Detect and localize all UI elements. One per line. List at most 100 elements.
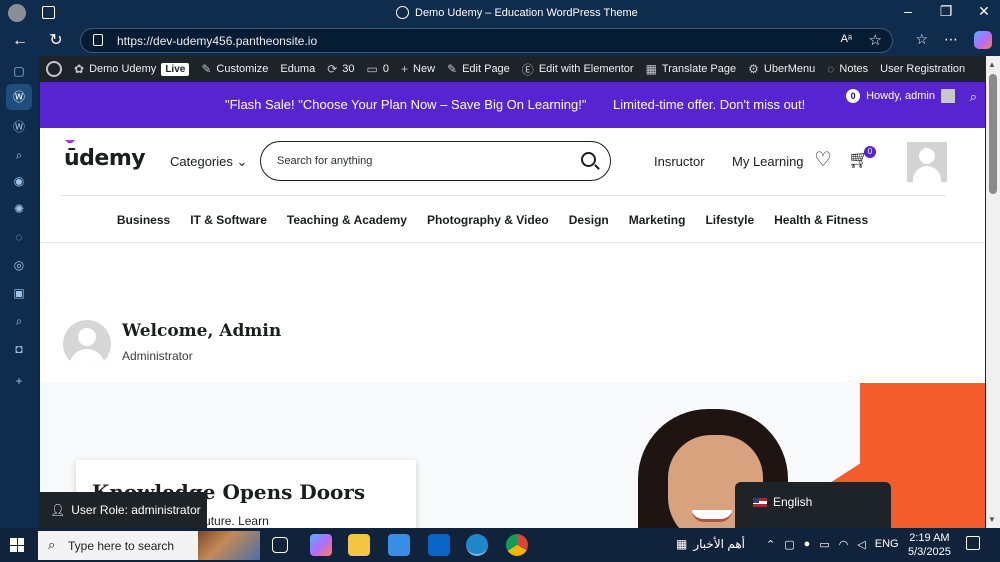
minimize-button[interactable]: – — [900, 3, 916, 20]
nav-business[interactable]: Business — [117, 213, 170, 227]
clock[interactable]: 2:19 AM 5/3/2025 — [908, 531, 951, 559]
tab-actions-icon[interactable] — [42, 6, 55, 19]
file-explorer-icon[interactable] — [348, 534, 370, 556]
back-icon[interactable]: ← — [10, 31, 30, 51]
category-nav: Business IT & Software Teaching & Academ… — [40, 196, 985, 243]
site-icon[interactable]: ◉ — [10, 172, 28, 190]
comments-item[interactable]: ▭ 0 — [367, 62, 389, 76]
elementor-icon: Ⓔ — [521, 62, 534, 77]
restore-button[interactable]: ❐ — [938, 3, 954, 20]
language-indicator[interactable]: ENG — [875, 538, 899, 551]
howdy-menu[interactable]: 0 Howdy, admin — [846, 89, 955, 103]
tabs-icon[interactable]: ▢ — [10, 62, 28, 80]
eduma-label: Eduma — [280, 63, 316, 75]
task-view-icon[interactable] — [272, 537, 288, 553]
close-button[interactable]: ✕ — [976, 3, 992, 20]
favorites-icon[interactable]: ☆ — [915, 31, 928, 49]
search-input[interactable]: Search for anything — [260, 141, 611, 181]
network-icon[interactable]: ◠ — [839, 538, 849, 551]
lock-icon — [93, 34, 103, 46]
app-icon[interactable]: ◘ — [10, 340, 28, 358]
customize-item[interactable]: ✎ Customize — [201, 62, 268, 76]
favorite-star-icon[interactable]: ☆ — [869, 31, 882, 49]
wishlist-heart-icon[interactable]: ♡ — [814, 147, 832, 172]
nav-photography-video[interactable]: Photography & Video — [427, 213, 549, 227]
ubermenu-item[interactable]: ⚙ UberMenu — [748, 62, 815, 76]
language-switcher[interactable]: English — [735, 482, 891, 528]
openai-icon[interactable]: ✺ — [10, 200, 28, 218]
outlook-icon[interactable] — [428, 534, 450, 556]
page-scrollbar[interactable]: ▲ ▼ — [986, 56, 1000, 528]
notifications-icon[interactable] — [966, 536, 980, 550]
circle-icon[interactable]: ◎ — [10, 256, 28, 274]
updates-item[interactable]: ⟳ 30 — [327, 62, 354, 76]
read-aloud-icon[interactable]: Aᵃ — [841, 33, 852, 45]
chevron-up-icon[interactable]: ⌃ — [766, 538, 775, 551]
brush-icon: ✎ — [201, 62, 212, 76]
scroll-down-icon[interactable]: ▼ — [988, 515, 996, 524]
hero-person-smile — [692, 510, 732, 522]
nav-marketing[interactable]: Marketing — [629, 213, 686, 227]
search-small-icon[interactable]: ⌕ — [10, 312, 28, 330]
comment-icon: ▭ — [366, 62, 378, 76]
nav-it-software[interactable]: IT & Software — [190, 213, 267, 227]
store-icon[interactable] — [388, 534, 410, 556]
howdy-label: Howdy, admin — [866, 90, 935, 102]
search-icon[interactable]: ⌕ — [10, 146, 28, 164]
user-role-badge: 👤︎ User Role: administrator — [40, 492, 207, 528]
user-avatar[interactable] — [907, 142, 947, 182]
tray-app-icon[interactable]: ▢ — [784, 538, 794, 551]
language-label: English — [773, 495, 813, 509]
categories-dropdown[interactable]: Categories ⌄ — [170, 154, 247, 170]
my-learning-link[interactable]: My Learning — [732, 154, 804, 169]
wordpress-logo-icon[interactable] — [46, 61, 62, 77]
nav-teaching-academy[interactable]: Teaching & Academy — [287, 213, 407, 227]
elementor-item[interactable]: Ⓔ Edit with Elementor — [522, 61, 634, 78]
eduma-item[interactable]: Eduma — [280, 63, 315, 75]
browser-titlebar: Demo Udemy – Education WordPress Theme –… — [0, 0, 1000, 26]
battery-icon[interactable]: ▭ — [819, 538, 829, 551]
wordpress-site-icon[interactable]: Ⓦ — [10, 118, 28, 136]
notes-item[interactable]: ◌ Notes — [827, 62, 868, 76]
taskbar-search[interactable]: ⌕ Type here to search — [38, 531, 260, 560]
notification-badge[interactable]: 0 — [846, 89, 861, 103]
window-title: Demo Udemy – Education WordPress Theme — [396, 6, 638, 19]
translate-item[interactable]: ▦ Translate Page — [646, 62, 737, 76]
copilot-taskbar-icon[interactable] — [310, 534, 332, 556]
refresh-icon[interactable]: ↻ — [46, 31, 66, 51]
user-registration-item[interactable]: User Registration — [880, 63, 965, 75]
search-icon[interactable] — [581, 152, 596, 167]
udemy-logo[interactable]: ūdemy — [64, 140, 146, 171]
meet-icon[interactable]: ● — [804, 538, 811, 551]
news-widget[interactable]: ▦ أهم الأخبار — [676, 537, 745, 551]
admin-search-icon[interactable]: ⌕ — [970, 89, 977, 105]
instructor-link[interactable]: Insructor — [654, 154, 705, 169]
more-menu-icon[interactable]: ⋯ — [944, 31, 958, 49]
flash-sale-banner: "Flash Sale! "Choose Your Plan Now – Sav… — [40, 82, 985, 128]
logo-hat-icon — [65, 140, 75, 146]
address-bar[interactable]: https://dev-udemy456.pantheonsite.io Aᵃ … — [80, 28, 893, 53]
updates-count: 30 — [342, 63, 355, 75]
user-role-text: User Role: administrator — [71, 503, 201, 517]
chrome-icon[interactable] — [506, 534, 528, 556]
profile-avatar[interactable] — [8, 4, 26, 22]
copilot-icon[interactable] — [974, 31, 992, 49]
windows-start-icon[interactable] — [10, 538, 24, 552]
new-item[interactable]: + New — [401, 62, 435, 76]
bookmark-icon[interactable]: ▣ — [10, 284, 28, 302]
wp-admin-bar: ✿ Demo Udemy Live ✎ Customize Eduma ⟳ 30 ▭ 0 … — [40, 56, 985, 82]
nav-health-fitness[interactable]: Health & Fitness — [774, 213, 868, 227]
add-icon[interactable]: + — [10, 372, 28, 390]
nav-lifestyle[interactable]: Lifestyle — [705, 213, 754, 227]
loader-icon[interactable]: ◌ — [10, 228, 28, 246]
volume-icon[interactable]: ◁ — [857, 538, 865, 551]
site-name-item[interactable]: ✿ Demo Udemy Live — [74, 62, 190, 76]
scrollbar-thumb[interactable] — [989, 74, 997, 194]
nav-design[interactable]: Design — [569, 213, 609, 227]
edit-page-item[interactable]: ✎ Edit Page — [447, 62, 510, 76]
clock-time: 2:19 AM — [909, 532, 950, 544]
chevron-down-icon: ⌄ — [236, 154, 248, 169]
wordpress-tab-icon[interactable]: Ⓦ — [6, 84, 32, 110]
scroll-up-icon[interactable]: ▲ — [988, 60, 996, 69]
edge-icon[interactable] — [466, 534, 488, 556]
